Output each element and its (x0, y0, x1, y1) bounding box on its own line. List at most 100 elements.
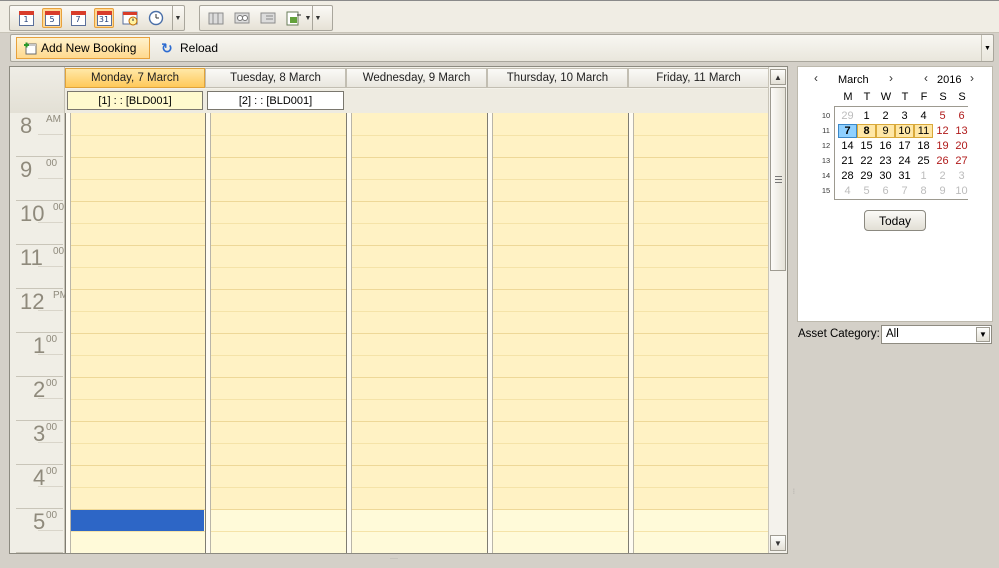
scroll-up-button[interactable]: ▲ (770, 69, 786, 85)
calendar-day[interactable]: 4 (914, 109, 933, 123)
next-month-arrow[interactable]: › (889, 71, 893, 85)
calendar-day[interactable]: 22 (857, 154, 876, 168)
calendar-day[interactable]: 19 (933, 139, 952, 153)
resource-row: [1] : : [BLD001] [2] : : [BLD001] (65, 89, 769, 113)
calendar-day[interactable]: 12 (933, 124, 952, 138)
day-column-friday[interactable] (628, 113, 769, 553)
scroll-down-button[interactable]: ▼ (770, 535, 786, 551)
day-header-wednesday[interactable]: Wednesday, 9 March (346, 68, 487, 88)
day-column-tuesday[interactable] (205, 113, 346, 553)
time-slot-line (352, 421, 487, 422)
calendar-day[interactable]: 7 (838, 124, 857, 138)
horizontal-splitter-grip[interactable]: ···· (390, 556, 398, 562)
calendar-day[interactable]: 11 (914, 124, 933, 138)
view-overflow-dropdown[interactable]: ▼ (172, 6, 183, 30)
calendar-day[interactable]: 3 (895, 109, 914, 123)
scheduler-corner (10, 67, 65, 113)
calendar-day[interactable]: 29 (857, 169, 876, 183)
calendar-day[interactable]: 9 (933, 184, 952, 198)
calendar-day[interactable]: 8 (857, 124, 876, 138)
calendar-day[interactable]: 27 (952, 154, 971, 168)
week-view-button[interactable]: 7 (68, 8, 88, 28)
calendar-day[interactable]: 31 (895, 169, 914, 183)
calendar-day[interactable]: 30 (876, 169, 895, 183)
work-week-view-button[interactable]: 5 (42, 8, 62, 28)
calendar-day[interactable]: 26 (933, 154, 952, 168)
selected-time-slot[interactable] (71, 510, 204, 531)
vertical-splitter-grip[interactable]: ⋮ (791, 488, 797, 495)
calendar-day[interactable]: 3 (952, 169, 971, 183)
calendar-day[interactable]: 20 (952, 139, 971, 153)
calendar-day[interactable]: 29 (838, 109, 857, 123)
asset-category-select[interactable]: All ▼ (881, 325, 992, 344)
resource-chip-2[interactable]: [2] : : [BLD001] (207, 91, 344, 110)
calendar-day[interactable]: 25 (914, 154, 933, 168)
time-slot-line (493, 179, 628, 180)
group-by-date-button[interactable] (258, 8, 278, 28)
calendar-day[interactable]: 15 (857, 139, 876, 153)
time-slot-line (634, 179, 769, 180)
time-slot-line (493, 487, 628, 488)
time-slot-line (493, 245, 628, 246)
calendar-day[interactable]: 16 (876, 139, 895, 153)
group-none-button[interactable] (206, 8, 226, 28)
day-column-wednesday[interactable] (346, 113, 487, 553)
calendar-day[interactable]: 13 (952, 124, 971, 138)
day-header-monday[interactable]: Monday, 7 March (65, 68, 205, 88)
gantt-view-button[interactable] (146, 8, 166, 28)
day-header-friday[interactable]: Friday, 11 March (628, 68, 769, 88)
calendar-day[interactable]: 6 (876, 184, 895, 198)
list-icon (260, 12, 276, 24)
calendar-day[interactable]: 6 (952, 109, 971, 123)
layout-overflow-dropdown[interactable]: ▼ (312, 6, 323, 30)
prev-month-arrow[interactable]: ‹ (814, 71, 818, 85)
day-column-monday[interactable] (65, 113, 205, 553)
scroll-thumb[interactable] (770, 87, 786, 271)
calendar-day[interactable]: 5 (933, 109, 952, 123)
day-view-button[interactable]: 1 (16, 8, 36, 28)
calendar-day[interactable]: 17 (895, 139, 914, 153)
prev-year-arrow[interactable]: ‹ (924, 71, 928, 85)
vertical-scrollbar[interactable]: ▲ ▼ (768, 67, 787, 553)
refresh-icon: ↻ (161, 40, 173, 56)
calendar-day[interactable]: 5 (857, 184, 876, 198)
day-column-thursday[interactable] (487, 113, 628, 553)
calendar-day[interactable]: 28 (838, 169, 857, 183)
time-grid[interactable] (65, 113, 769, 553)
action-overflow-dropdown[interactable]: ▼ (981, 35, 993, 61)
calendar-day[interactable]: 18 (914, 139, 933, 153)
timeline-view-button[interactable] (120, 8, 140, 28)
calendar-day[interactable]: 1 (857, 109, 876, 123)
time-slot-line (211, 179, 346, 180)
today-button[interactable]: Today (864, 210, 926, 231)
calendar-day[interactable]: 4 (838, 184, 857, 198)
time-slot-line (71, 267, 205, 268)
calendar-day[interactable]: 24 (895, 154, 914, 168)
day-header-thursday[interactable]: Thursday, 10 March (487, 68, 628, 88)
export-dropdown[interactable]: ▼ (304, 6, 312, 30)
calendar-day[interactable]: 23 (876, 154, 895, 168)
time-slot-line (352, 179, 487, 180)
month-view-button[interactable]: 31 (94, 8, 114, 28)
timeline-icon (122, 11, 138, 26)
calendar-day-icon: 1 (18, 10, 34, 26)
next-year-arrow[interactable]: › (970, 71, 974, 85)
reload-button[interactable]: ↻ Reload (161, 37, 218, 59)
group-by-resource-button[interactable] (232, 8, 252, 28)
day-header-tuesday[interactable]: Tuesday, 8 March (205, 68, 346, 88)
calendar-day[interactable]: 8 (914, 184, 933, 198)
resource-chip-1[interactable]: [1] : : [BLD001] (67, 91, 203, 110)
calendar-day[interactable]: 14 (838, 139, 857, 153)
calendar-day[interactable]: 9 (876, 124, 895, 138)
calendar-day[interactable]: 1 (914, 169, 933, 183)
calendar-day[interactable]: 10 (895, 124, 914, 138)
time-slot-line (71, 201, 205, 202)
calendar-day[interactable]: 7 (895, 184, 914, 198)
time-slot-line (211, 377, 346, 378)
calendar-day[interactable]: 2 (933, 169, 952, 183)
calendar-day[interactable]: 10 (952, 184, 971, 198)
calendar-day[interactable]: 2 (876, 109, 895, 123)
add-new-booking-button[interactable]: Add New Booking (16, 37, 150, 59)
calendar-day[interactable]: 21 (838, 154, 857, 168)
export-button[interactable] (284, 8, 304, 28)
